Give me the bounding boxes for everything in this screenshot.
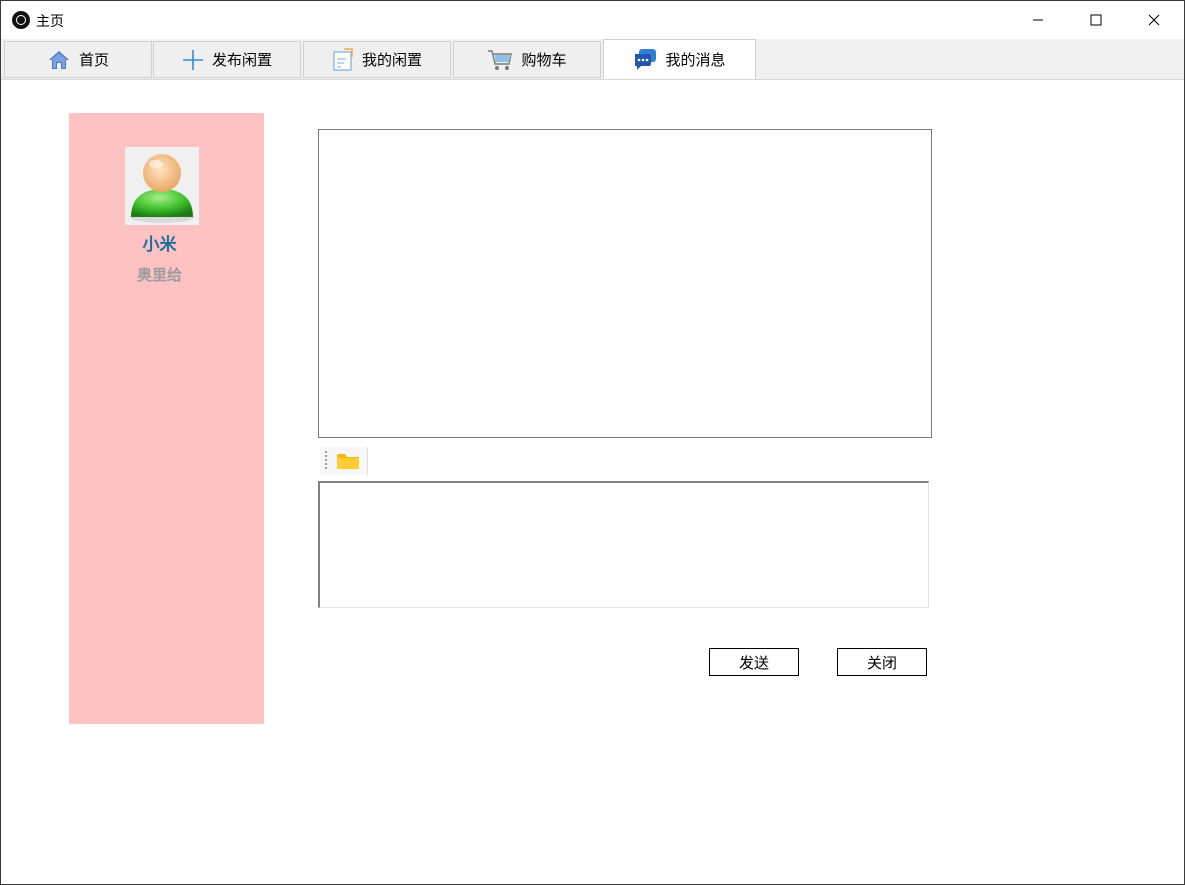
tab-strip: 首页 发布闲置 我的闲置 购物车 我的消息 bbox=[1, 39, 1184, 80]
tab-messages[interactable]: 我的消息 bbox=[603, 39, 756, 79]
document-icon bbox=[332, 47, 354, 72]
cart-icon bbox=[487, 48, 513, 72]
contact-name: 小米 bbox=[142, 235, 177, 255]
folder-icon bbox=[337, 454, 359, 469]
tab-cart[interactable]: 购物车 bbox=[453, 41, 601, 78]
tab-publish[interactable]: 发布闲置 bbox=[153, 41, 301, 78]
close-window-button[interactable] bbox=[1125, 1, 1183, 39]
avatar[interactable] bbox=[125, 147, 199, 225]
app-icon bbox=[12, 11, 30, 29]
tab-label: 购物车 bbox=[521, 51, 567, 69]
main-window: 主页 首页 发布闲置 我的闲置 购物车 我的消息 小米 奥里给 发送 关闭 bbox=[0, 0, 1185, 885]
close-icon bbox=[1148, 14, 1160, 26]
contact-subtitle: 奥里给 bbox=[136, 266, 182, 284]
tab-my-items[interactable]: 我的闲置 bbox=[303, 41, 451, 78]
contact-panel: 小米 奥里给 bbox=[69, 113, 264, 724]
window-title: 主页 bbox=[36, 14, 64, 30]
minimize-button[interactable] bbox=[1009, 1, 1067, 39]
maximize-icon bbox=[1090, 14, 1102, 26]
attach-file-button[interactable] bbox=[336, 451, 360, 471]
maximize-button[interactable] bbox=[1067, 1, 1125, 39]
tab-label: 首页 bbox=[78, 51, 109, 69]
chat-icon bbox=[633, 47, 657, 71]
send-button[interactable]: 发送 bbox=[709, 648, 799, 676]
tab-label: 发布闲置 bbox=[211, 51, 272, 69]
tab-label: 我的消息 bbox=[665, 50, 726, 69]
toolbar-grip[interactable] bbox=[325, 451, 327, 471]
message-input[interactable] bbox=[318, 481, 929, 608]
user-avatar-icon bbox=[130, 154, 194, 223]
home-icon bbox=[47, 49, 71, 71]
plus-icon bbox=[182, 49, 204, 71]
message-toolbar bbox=[320, 447, 368, 475]
close-button[interactable]: 关闭 bbox=[837, 648, 927, 676]
title-bar: 主页 bbox=[1, 1, 1184, 39]
tab-home[interactable]: 首页 bbox=[4, 41, 152, 78]
minimize-icon bbox=[1033, 19, 1043, 21]
tab-label: 我的闲置 bbox=[361, 51, 422, 69]
message-history[interactable] bbox=[318, 129, 932, 438]
